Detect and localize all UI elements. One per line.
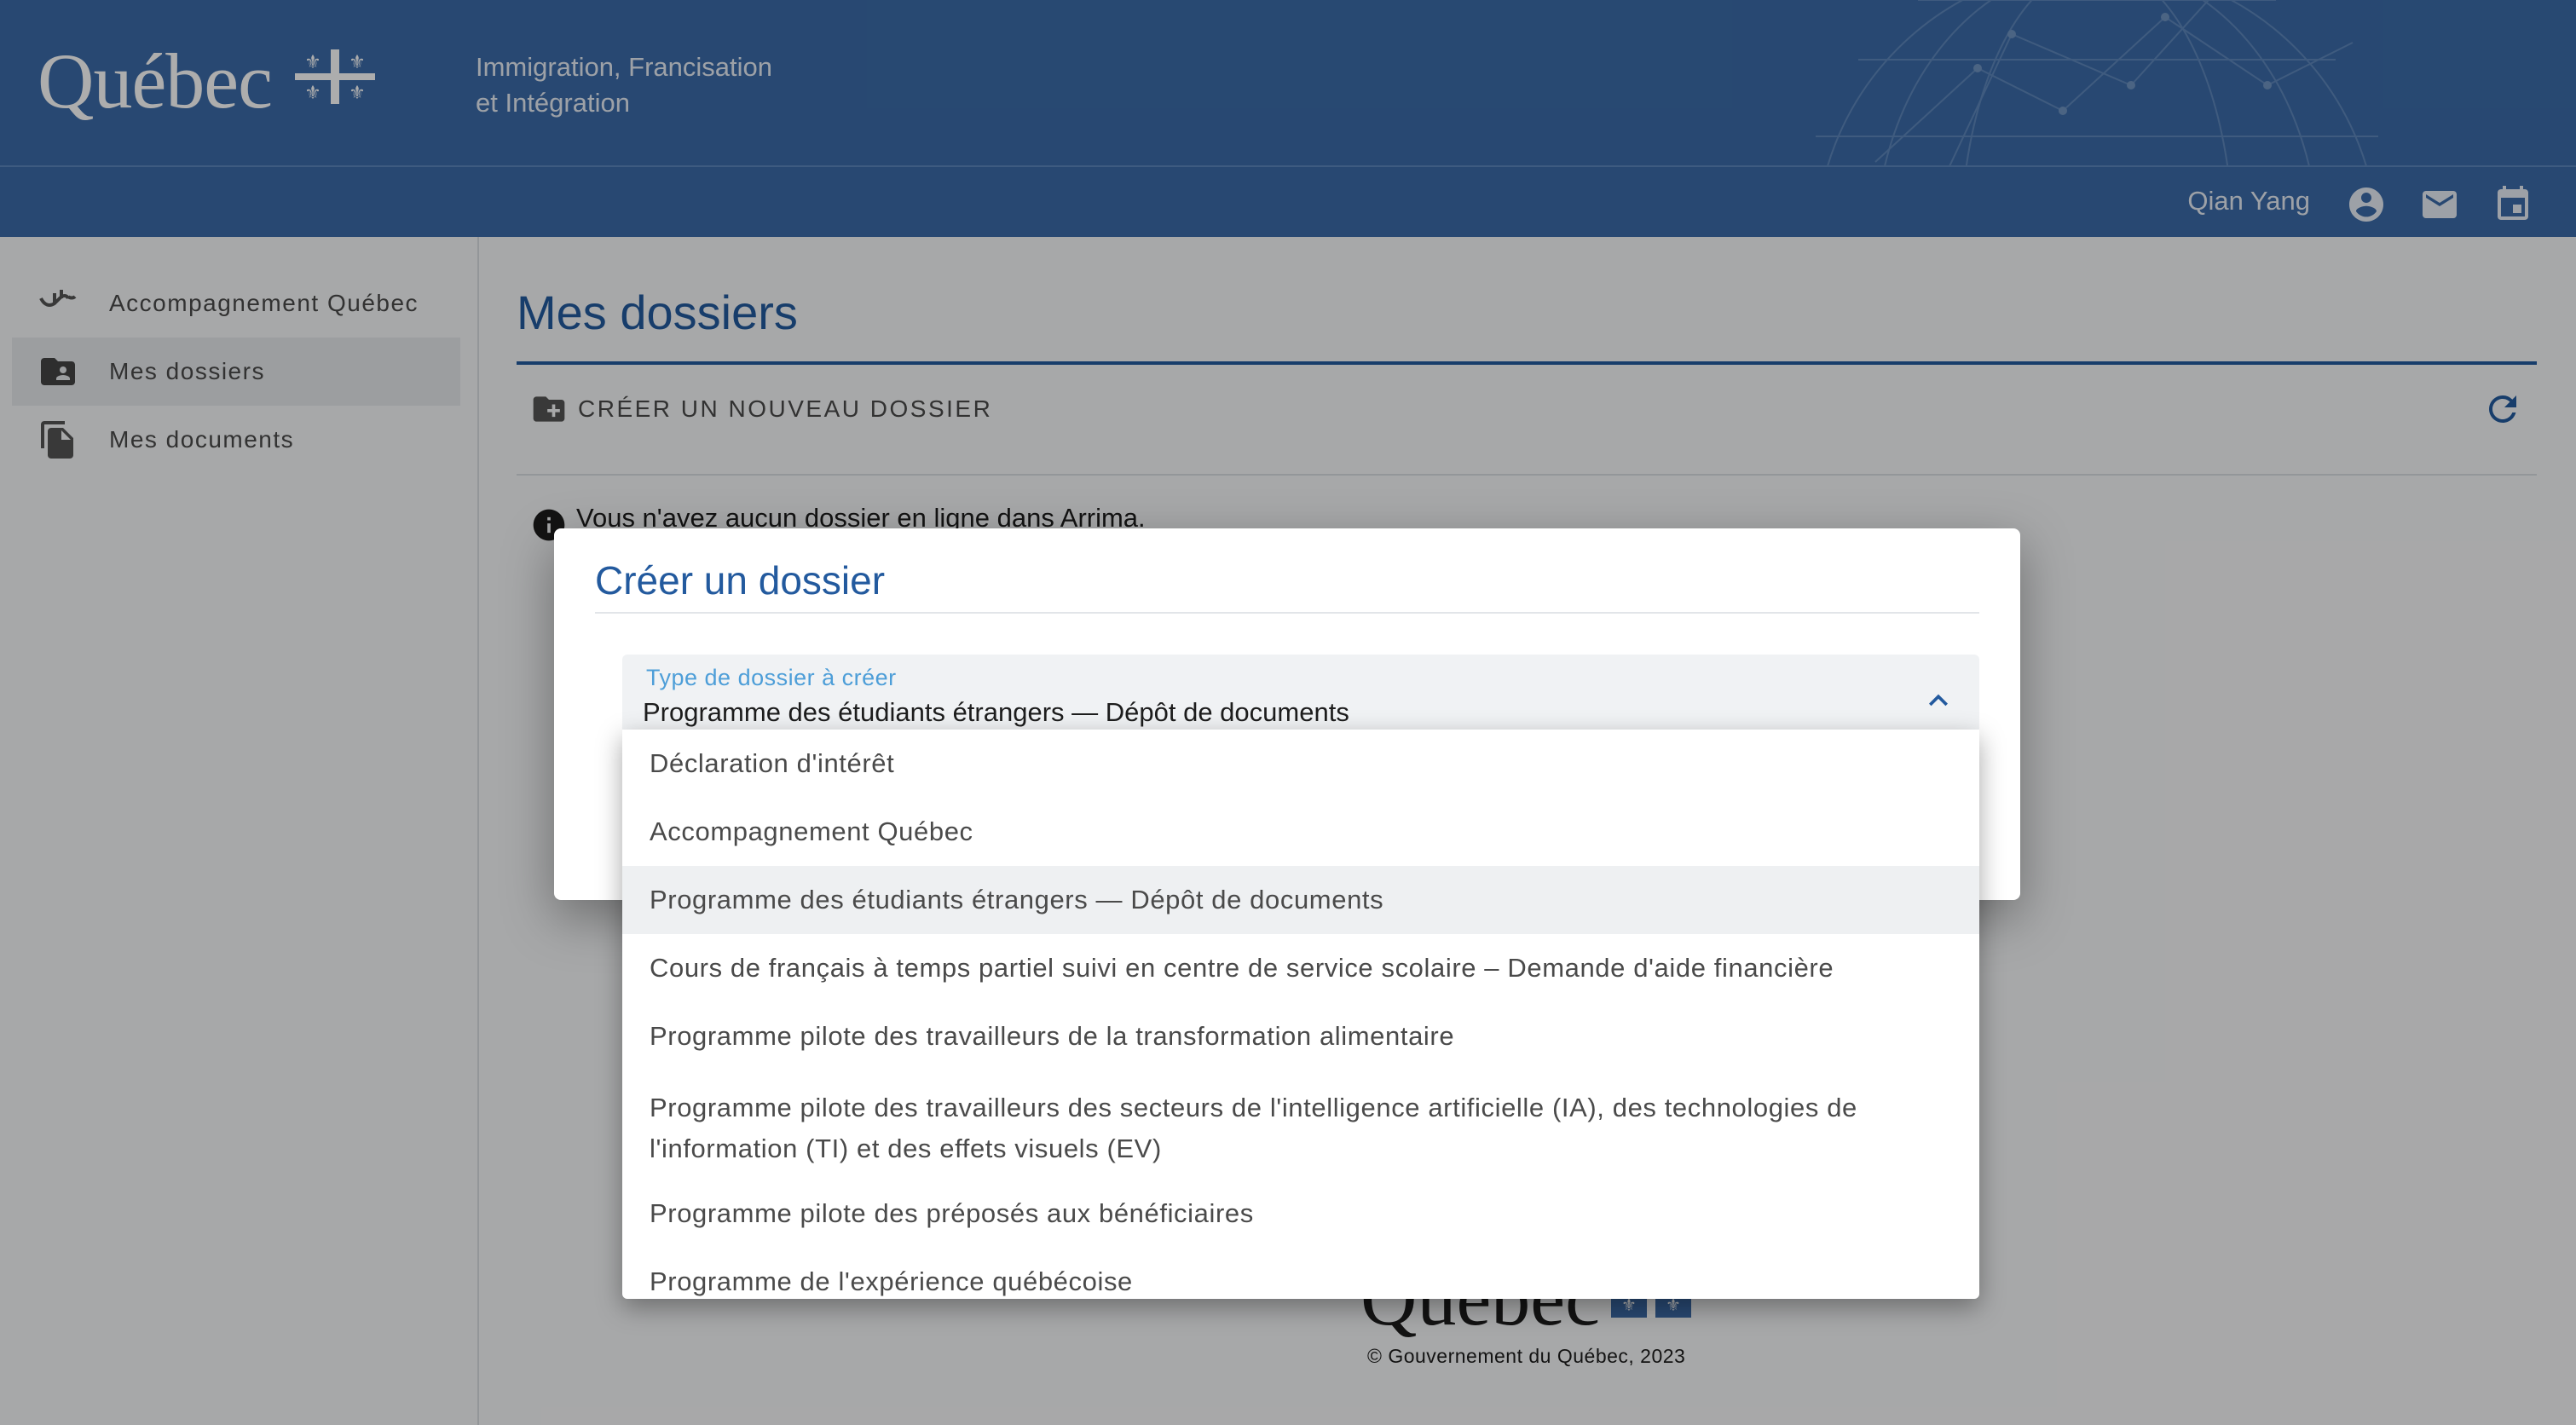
dropdown-option-label: Programme pilote des travailleurs de la …: [650, 1021, 1455, 1051]
dropdown-option-label: Déclaration d'intérêt: [650, 748, 895, 778]
dropdown-option-label: Accompagnement Québec: [650, 816, 973, 846]
dialog-title: Créer un dossier: [595, 558, 886, 603]
dropdown-option-label: Cours de français à temps partiel suivi …: [650, 953, 1834, 983]
dropdown-option[interactable]: Programme pilote des travailleurs de la …: [622, 1002, 1979, 1070]
dropdown-option[interactable]: Programme pilote des travailleurs des se…: [622, 1070, 1979, 1180]
dropdown-option-selected[interactable]: Programme des étudiants étrangers — Dépô…: [622, 866, 1979, 934]
dropdown-option[interactable]: Programme de l'expérience québécoise: [622, 1248, 1979, 1299]
dropdown-option[interactable]: Accompagnement Québec: [622, 798, 1979, 866]
dropdown-option-label: Programme pilote des travailleurs des se…: [650, 1093, 1857, 1163]
dropdown-option-label: Programme pilote des préposés aux bénéfi…: [650, 1198, 1254, 1228]
dossier-type-label: Type de dossier à créer: [646, 665, 897, 690]
dossier-type-value: Programme des étudiants étrangers — Dépô…: [643, 697, 1349, 727]
dropdown-option[interactable]: Programme pilote des préposés aux bénéfi…: [622, 1180, 1979, 1248]
dropdown-option[interactable]: Cours de français à temps partiel suivi …: [622, 934, 1979, 1002]
dropdown-option-label: Programme de l'expérience québécoise: [650, 1266, 1133, 1296]
dropdown-option-label: Programme des étudiants étrangers — Dépô…: [650, 885, 1384, 914]
chevron-up-icon[interactable]: [1920, 682, 1957, 719]
dossier-type-dropdown: Déclaration d'intérêt Accompagnement Qué…: [622, 730, 1979, 1299]
dropdown-option[interactable]: Déclaration d'intérêt: [622, 730, 1979, 798]
dialog-title-divider: [595, 612, 1979, 614]
